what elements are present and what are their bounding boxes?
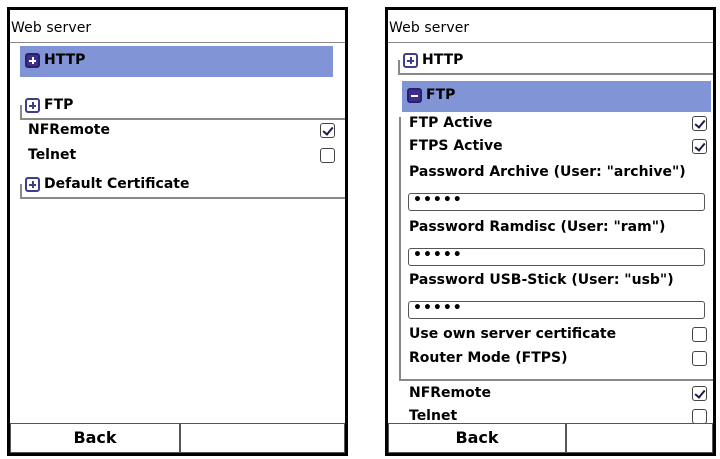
group-divider: [20, 197, 345, 199]
row-own-certificate[interactable]: Use own server certificate: [409, 324, 707, 348]
page-title: Web server: [389, 20, 470, 36]
expanded-group-divider: [399, 379, 713, 381]
row-password-archive: Password Archive (User: "archive"): [409, 162, 707, 186]
right-screen: Web server HTTP FTP FTP Active FTPS Acti…: [385, 7, 716, 456]
group-divider: [398, 73, 713, 75]
nfremote-label: NFRemote: [28, 122, 110, 138]
own-certificate-label: Use own server certificate: [409, 326, 617, 342]
group-http-label: HTTP: [422, 52, 464, 68]
minus-box-icon: [407, 88, 422, 103]
router-mode-label: Router Mode (FTPS): [409, 350, 568, 366]
group-default-certificate-label: Default Certificate: [44, 176, 190, 192]
group-default-certificate[interactable]: Default Certificate: [20, 170, 345, 201]
password-ramdisc-label: Password Ramdisc (User: "ram"): [409, 219, 666, 235]
ftp-active-checkbox[interactable]: [692, 116, 707, 131]
row-telnet[interactable]: Telnet: [28, 145, 335, 169]
group-ftp-label: FTP: [44, 97, 74, 113]
row-router-mode[interactable]: Router Mode (FTPS): [409, 348, 707, 372]
telnet-checkbox[interactable]: [692, 409, 707, 424]
back-button[interactable]: Back: [10, 423, 180, 453]
password-usb-label: Password USB-Stick (User: "usb"): [409, 272, 674, 288]
ftp-active-label: FTP Active: [409, 115, 493, 131]
nfremote-label: NFRemote: [409, 385, 491, 401]
back-button[interactable]: Back: [388, 423, 566, 453]
password-ramdisc-field[interactable]: •••••: [408, 247, 705, 266]
left-screen: Web server HTTP FTP NFRemote Telnet Defa…: [7, 7, 348, 456]
softkey-right[interactable]: [566, 423, 713, 453]
password-usb-field[interactable]: •••••: [408, 300, 705, 319]
ftps-active-label: FTPS Active: [409, 138, 503, 154]
telnet-checkbox[interactable]: [320, 148, 335, 163]
telnet-label: Telnet: [409, 408, 458, 424]
group-http[interactable]: HTTP: [20, 46, 333, 77]
row-nfremote[interactable]: NFRemote: [409, 383, 707, 407]
page-title: Web server: [11, 20, 92, 36]
nfremote-checkbox[interactable]: [320, 123, 335, 138]
softkey-bar: Back: [388, 423, 713, 453]
own-certificate-checkbox[interactable]: [692, 327, 707, 342]
ftps-active-checkbox[interactable]: [692, 139, 707, 154]
password-archive-label: Password Archive (User: "archive"): [409, 164, 686, 180]
group-ftp-expanded[interactable]: FTP: [402, 81, 711, 112]
group-ftp[interactable]: FTP: [20, 91, 345, 122]
row-ftps-active[interactable]: FTPS Active: [409, 136, 707, 160]
title-divider: [388, 42, 713, 43]
password-archive-field[interactable]: •••••: [408, 192, 705, 211]
row-password-ramdisc: Password Ramdisc (User: "ram"): [409, 217, 707, 241]
row-nfremote[interactable]: NFRemote: [28, 120, 335, 144]
plus-box-icon: [25, 98, 40, 113]
row-password-usb: Password USB-Stick (User: "usb"): [409, 270, 707, 294]
password-ramdisc-value: •••••: [413, 247, 463, 263]
telnet-label: Telnet: [28, 147, 77, 163]
softkey-bar: Back: [10, 423, 345, 453]
row-ftp-active[interactable]: FTP Active: [409, 113, 707, 137]
password-archive-value: •••••: [413, 192, 463, 208]
group-http[interactable]: HTTP: [398, 46, 713, 77]
plus-box-icon: [25, 177, 40, 192]
nfremote-checkbox[interactable]: [692, 386, 707, 401]
plus-box-icon: [25, 53, 40, 68]
title-divider: [10, 42, 345, 43]
group-http-label: HTTP: [44, 52, 86, 68]
plus-box-icon: [403, 53, 418, 68]
expanded-group-bracket: [399, 117, 401, 380]
group-ftp-label: FTP: [426, 87, 456, 103]
router-mode-checkbox[interactable]: [692, 351, 707, 366]
password-usb-value: •••••: [413, 300, 463, 316]
softkey-right[interactable]: [180, 423, 345, 453]
